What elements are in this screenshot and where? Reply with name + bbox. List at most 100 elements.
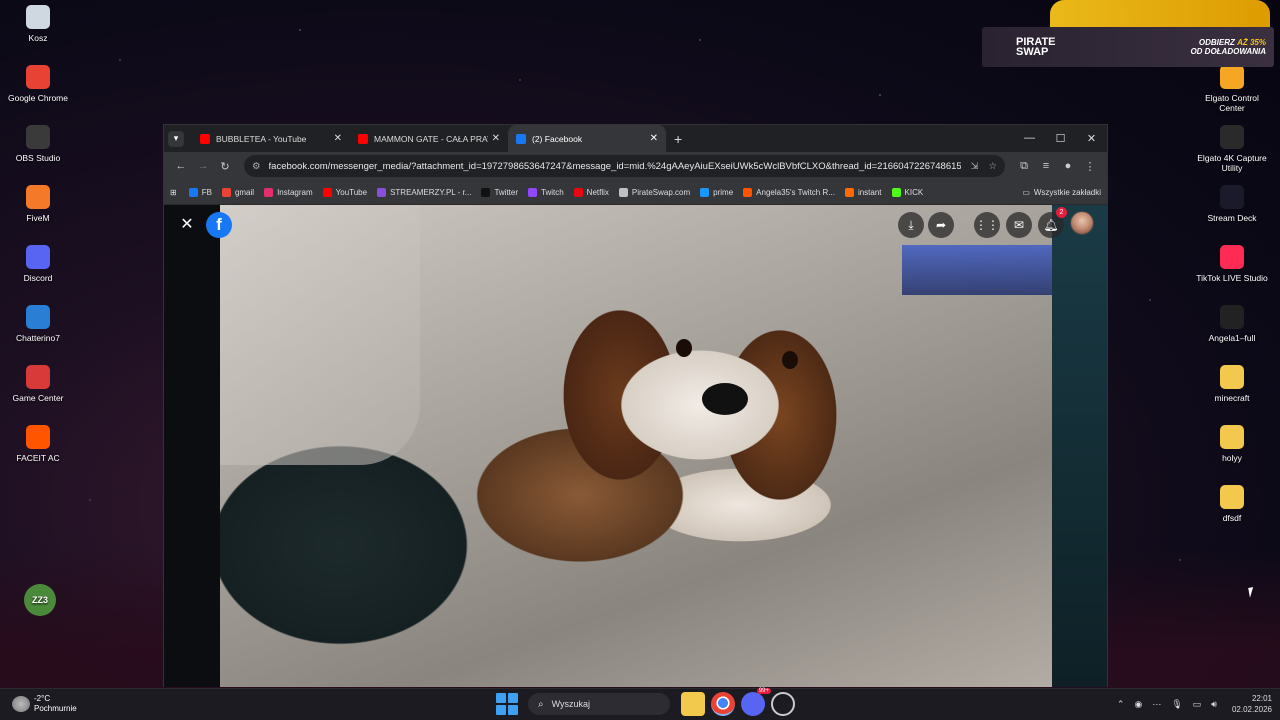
discord-icon: [26, 245, 50, 269]
network-icon[interactable]: ▭: [1193, 699, 1202, 710]
desktop-icon-game-center[interactable]: Game Center: [0, 365, 76, 403]
chevron-up-icon[interactable]: ⌃: [1117, 699, 1125, 710]
back-icon[interactable]: ←: [170, 160, 192, 172]
apps-grid-icon[interactable]: ⊞: [170, 188, 177, 197]
bookmark-label: gmail: [234, 187, 255, 197]
bookmark-item[interactable]: Angela35's Twitch R...: [743, 187, 835, 197]
desktop-icon-elgato-control-center[interactable]: Elgato Control Center: [1194, 65, 1270, 113]
frog-desktop-icon[interactable]: ZZ3: [2, 584, 78, 620]
site-info-icon[interactable]: ⚙: [252, 161, 261, 172]
share-icon[interactable]: ➦: [928, 212, 954, 238]
game-center-icon: [26, 365, 50, 389]
minimize-icon[interactable]: —: [1014, 132, 1045, 145]
desktop-icon-discord[interactable]: Discord: [0, 245, 76, 283]
bookmark-item[interactable]: Twitter: [481, 187, 518, 197]
desktop-icon-obs-studio[interactable]: OBS Studio: [0, 125, 76, 163]
obs-icon: [26, 125, 50, 149]
maximize-icon[interactable]: ☐: [1045, 132, 1076, 145]
taskbar-search[interactable]: ⌕ Wyszukaj: [528, 693, 670, 715]
bookmark-label: Angela35's Twitch R...: [756, 187, 835, 197]
desktop-icon-angela1-full[interactable]: Angela1–full: [1194, 305, 1270, 343]
bookmark-label: Twitter: [494, 187, 518, 197]
start-button[interactable]: [496, 693, 518, 715]
bookmark-item[interactable]: gmail: [221, 187, 255, 197]
tab-favicon-icon: [200, 133, 210, 144]
clock-time: 22:01: [1251, 694, 1272, 703]
chrome-taskbar-icon[interactable]: [711, 692, 735, 716]
menu-grid-icon[interactable]: ⋮⋮: [974, 212, 1000, 238]
desktop-icon-chatterino7[interactable]: Chatterino7: [0, 305, 76, 343]
tab-search-icon[interactable]: ▾: [168, 130, 184, 147]
desktop-icon-tiktok-live-studio[interactable]: TikTok LIVE Studio: [1194, 245, 1270, 283]
new-tab-icon[interactable]: +: [674, 131, 682, 147]
close-tab-icon[interactable]: ✕: [650, 133, 658, 144]
cloud-icon: [12, 696, 30, 712]
tab-strip: ▾ BUBBLETEA - YouTube ✕ MAMMON GATE - CAŁA…: [164, 125, 1107, 152]
desktop-icon-stream-deck[interactable]: Stream Deck: [1194, 185, 1270, 223]
browser-tab[interactable]: (2) Facebook ✕: [508, 125, 666, 152]
desktop-icon-label: FACEIT AC: [16, 453, 60, 463]
profile-icon[interactable]: ●: [1057, 160, 1079, 172]
bookmark-item[interactable]: prime: [700, 187, 733, 197]
bookmark-item[interactable]: STREAMERZY.PL - r...: [377, 187, 471, 197]
install-app-icon[interactable]: ⇲: [971, 161, 979, 172]
browser-tab[interactable]: MAMMON GATE - CAŁA PRAWDA ✕: [350, 125, 508, 152]
bookmark-item[interactable]: KICK: [891, 187, 923, 197]
facebook-logo-icon[interactable]: f: [206, 212, 232, 238]
discord-tray-icon[interactable]: ◉: [1134, 699, 1142, 710]
forward-icon[interactable]: →: [192, 160, 214, 172]
bookmark-item[interactable]: Twitch: [528, 187, 564, 197]
close-tab-icon[interactable]: ✕: [334, 133, 342, 144]
weather-widget[interactable]: -2°C Pochmurnie: [12, 694, 77, 714]
extensions-icon[interactable]: ⧉: [1013, 160, 1035, 173]
microphone-icon[interactable]: 🎙︎: [1171, 699, 1182, 710]
close-viewer-icon[interactable]: ✕: [176, 213, 198, 235]
browser-tab[interactable]: BUBBLETEA - YouTube ✕: [192, 125, 350, 152]
clock[interactable]: 22:01 02.02.2026: [1232, 693, 1272, 715]
media-viewer: ✕ f ⤓ ➦ ⋮⋮ ✉ 🔔︎ 2: [164, 205, 1107, 687]
bookmark-item[interactable]: instant: [844, 187, 882, 197]
bookmark-favicon-icon: [891, 187, 901, 197]
tray-app-icon[interactable]: ⋯: [1152, 699, 1161, 710]
desktop-icon-elgato-4k-capture-utility[interactable]: Elgato 4K Capture Utility: [1194, 125, 1270, 173]
recycle-bin-icon: [26, 5, 50, 29]
bookmark-item[interactable]: YouTube: [322, 187, 367, 197]
window-controls: — ☐ ✕: [1014, 132, 1107, 145]
ad-banner-decoration: [1050, 0, 1270, 28]
obs-taskbar-icon[interactable]: [771, 692, 795, 716]
file-explorer-icon[interactable]: [681, 692, 705, 716]
bookmark-favicon-icon: [573, 187, 583, 197]
messenger-icon[interactable]: ✉: [1006, 212, 1032, 238]
download-icon[interactable]: ⤓: [898, 212, 924, 238]
fivem-icon: [26, 185, 50, 209]
volume-icon[interactable]: 🔊︎: [1211, 699, 1217, 710]
bookmark-item[interactable]: Netflix: [573, 187, 609, 197]
profile-avatar[interactable]: [1070, 211, 1094, 235]
desktop-icon-fivem[interactable]: FiveM: [0, 185, 76, 223]
desktop-icon-faceit-ac[interactable]: FACEIT AC: [0, 425, 76, 463]
bookmark-item[interactable]: PirateSwap.com: [618, 187, 690, 197]
bookmark-item[interactable]: Instagram: [264, 187, 313, 197]
folder-icon: [1220, 485, 1244, 509]
discord-taskbar-icon[interactable]: 99+: [741, 688, 771, 716]
chrome-menu-icon[interactable]: ⋮: [1079, 160, 1101, 173]
pirateswap-ad-banner[interactable]: PIRATE SWAP ODBIERZ AŻ 35% OD DOŁADOWANI…: [982, 27, 1274, 67]
desktop-icon-google-chrome[interactable]: Google Chrome: [0, 65, 76, 103]
all-bookmarks[interactable]: ▭ Wszystkie zakładki: [1022, 188, 1101, 197]
address-bar[interactable]: ⚙ facebook.com/messenger_media/?attachme…: [244, 155, 1005, 177]
bookmark-item[interactable]: FB: [188, 187, 212, 197]
media-control-icon[interactable]: ≡: [1035, 160, 1057, 172]
desktop-icon-holyy[interactable]: holyy: [1194, 425, 1270, 463]
desktop-icon-kosz[interactable]: Kosz: [0, 5, 76, 43]
close-window-icon[interactable]: ✕: [1076, 132, 1107, 145]
close-tab-icon[interactable]: ✕: [492, 133, 500, 144]
desktop-icon-dfsdf[interactable]: dfsdf: [1194, 485, 1270, 523]
bookmark-star-icon[interactable]: ☆: [988, 161, 997, 172]
reload-icon[interactable]: ↻: [214, 160, 236, 173]
bookmark-favicon-icon: [377, 187, 387, 197]
desktop-icon-minecraft[interactable]: minecraft: [1194, 365, 1270, 403]
tiktok-icon: [1220, 245, 1244, 269]
bookmark-label: instant: [857, 187, 882, 197]
frog-icon: ZZ3: [24, 584, 56, 616]
taskbar-apps: ⌕ Wyszukaj 99+: [496, 688, 798, 716]
